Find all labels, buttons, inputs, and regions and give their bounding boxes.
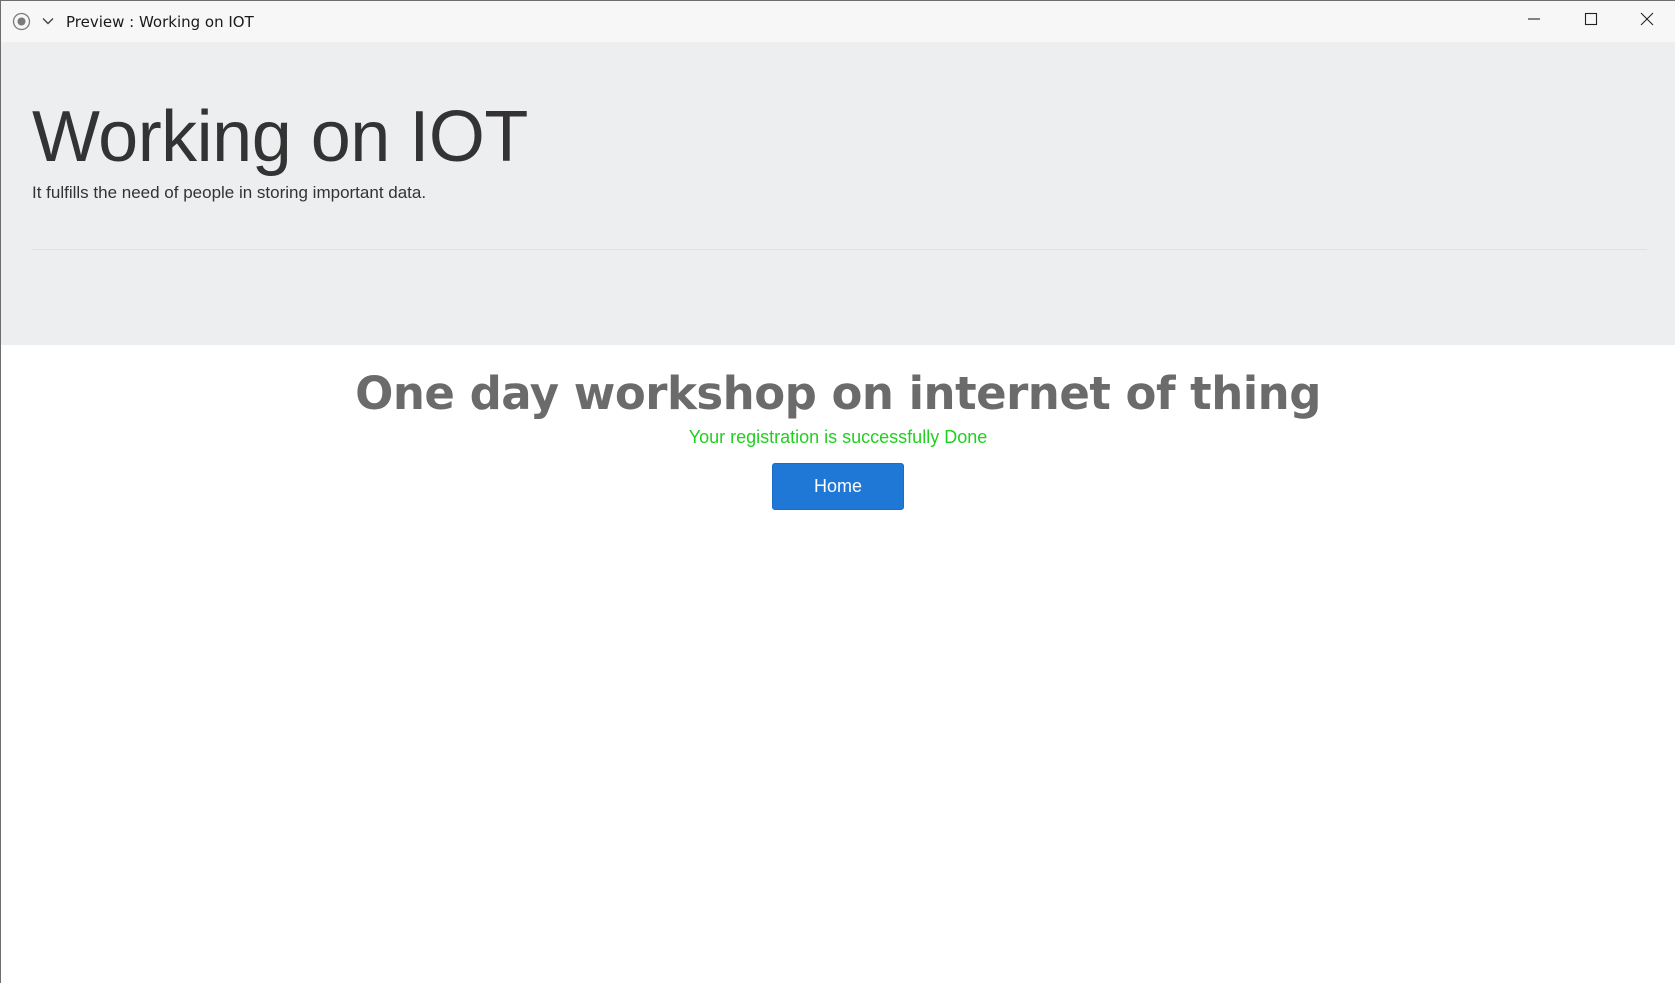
registration-status-message: Your registration is successfully Done (688, 426, 988, 447)
maximize-icon (1584, 12, 1598, 31)
main-content: One day workshop on internet of thing Yo… (1, 345, 1675, 510)
minimize-button[interactable] (1506, 1, 1562, 42)
divider (32, 249, 1647, 250)
title-bar[interactable]: Preview : Working on IOT (1, 1, 1675, 42)
window-title: Preview : Working on IOT (66, 13, 254, 31)
minimize-icon (1527, 12, 1541, 31)
page-title: Working on IOT (32, 97, 528, 177)
preview-window: Preview : Working on IOT Working on IOT … (0, 0, 1675, 983)
maximize-button[interactable] (1563, 1, 1619, 42)
home-button[interactable]: Home (772, 462, 904, 510)
page-subtitle: It fulfills the need of people in storin… (32, 183, 427, 202)
workshop-heading: One day workshop on internet of thing (355, 367, 1321, 420)
close-button[interactable] (1619, 1, 1675, 42)
app-record-icon[interactable] (12, 12, 31, 31)
chevron-down-icon[interactable] (41, 14, 55, 28)
jumbotron: Working on IOT It fulfills the need of p… (1, 42, 1675, 345)
close-icon (1640, 12, 1654, 31)
